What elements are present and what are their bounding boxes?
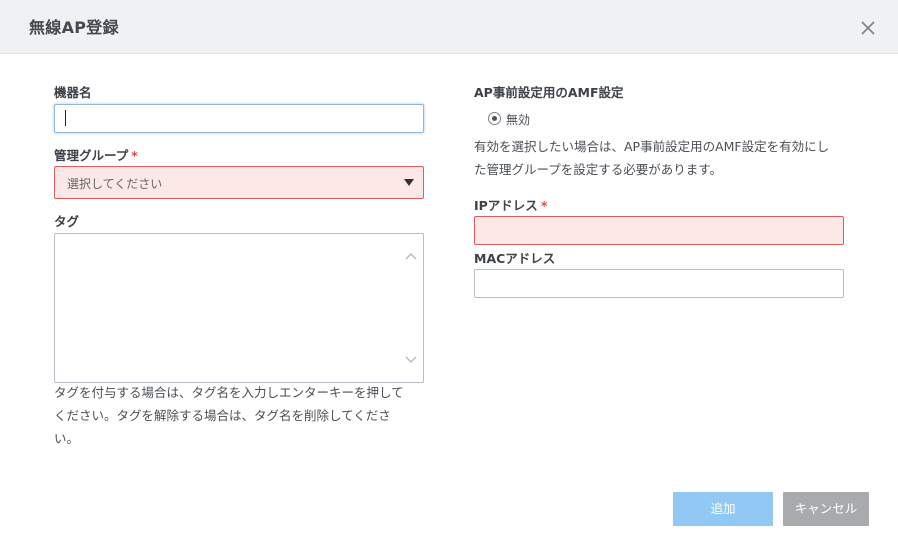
amf-setting-label-text: AP事前設定用のAMF設定 [474, 85, 624, 100]
amf-help-line: 有効を選択したい場合は、AP事前設定用のAMF設定を有効にし [474, 139, 830, 154]
close-icon[interactable] [856, 16, 880, 40]
device-name-label: 機器名 [54, 82, 92, 101]
ip-address-label-text: IPアドレス [474, 198, 538, 213]
tags-help-line: タグを付与する場合は、タグ名を入力しエンターキーを押して [54, 385, 404, 400]
management-group-label: 管理グループ * [54, 145, 138, 164]
management-group-label-text: 管理グループ [54, 148, 129, 163]
chevron-down-icon[interactable] [404, 352, 418, 366]
amf-disabled-label: 無効 [506, 113, 531, 127]
required-mark: * [131, 148, 138, 163]
add-button[interactable]: 追加 [673, 492, 773, 526]
ip-address-label: IPアドレス * [474, 195, 547, 214]
amf-help-line: た管理グループを設定する必要があります。 [474, 162, 723, 177]
radio-button-selected[interactable] [488, 112, 501, 125]
tags-textarea[interactable] [54, 233, 424, 383]
text-caret [65, 110, 66, 126]
tags-label-text: タグ [54, 214, 80, 229]
tags-help-line: い。 [54, 431, 80, 446]
ap-register-dialog: 無線AP登録 機器名 管理グループ * 選択してください タグ タグを付与する場合… [0, 0, 898, 550]
mac-address-label: MACアドレス [474, 248, 555, 267]
amf-help-text: 有効を選択したい場合は、AP事前設定用のAMF設定を有効にし た管理グループを設… [474, 135, 874, 181]
mac-address-input[interactable] [474, 269, 844, 298]
required-mark: * [540, 198, 548, 213]
device-name-label-text: 機器名 [54, 85, 92, 100]
chevron-up-icon[interactable] [404, 248, 418, 262]
tags-label: タグ [54, 211, 79, 230]
dialog-header: 無線AP登録 [0, 0, 898, 54]
dialog-title: 無線AP登録 [29, 18, 119, 37]
amf-setting-label: AP事前設定用のAMF設定 [474, 82, 624, 101]
management-group-placeholder: 選択してください [67, 177, 163, 191]
tags-help-text: タグを付与する場合は、タグ名を入力しエンターキーを押して ください。タグを解除す… [54, 381, 434, 450]
ip-address-input[interactable] [474, 216, 844, 245]
management-group-select[interactable]: 選択してください [54, 166, 424, 199]
mac-address-label-text: MACアドレス [474, 251, 556, 266]
device-name-input[interactable] [54, 104, 424, 133]
cancel-button[interactable]: キャンセル [783, 492, 869, 526]
triangle-down-icon [404, 179, 414, 186]
tags-help-line: ください。タグを解除する場合は、タグ名を削除してくださ [54, 408, 391, 423]
